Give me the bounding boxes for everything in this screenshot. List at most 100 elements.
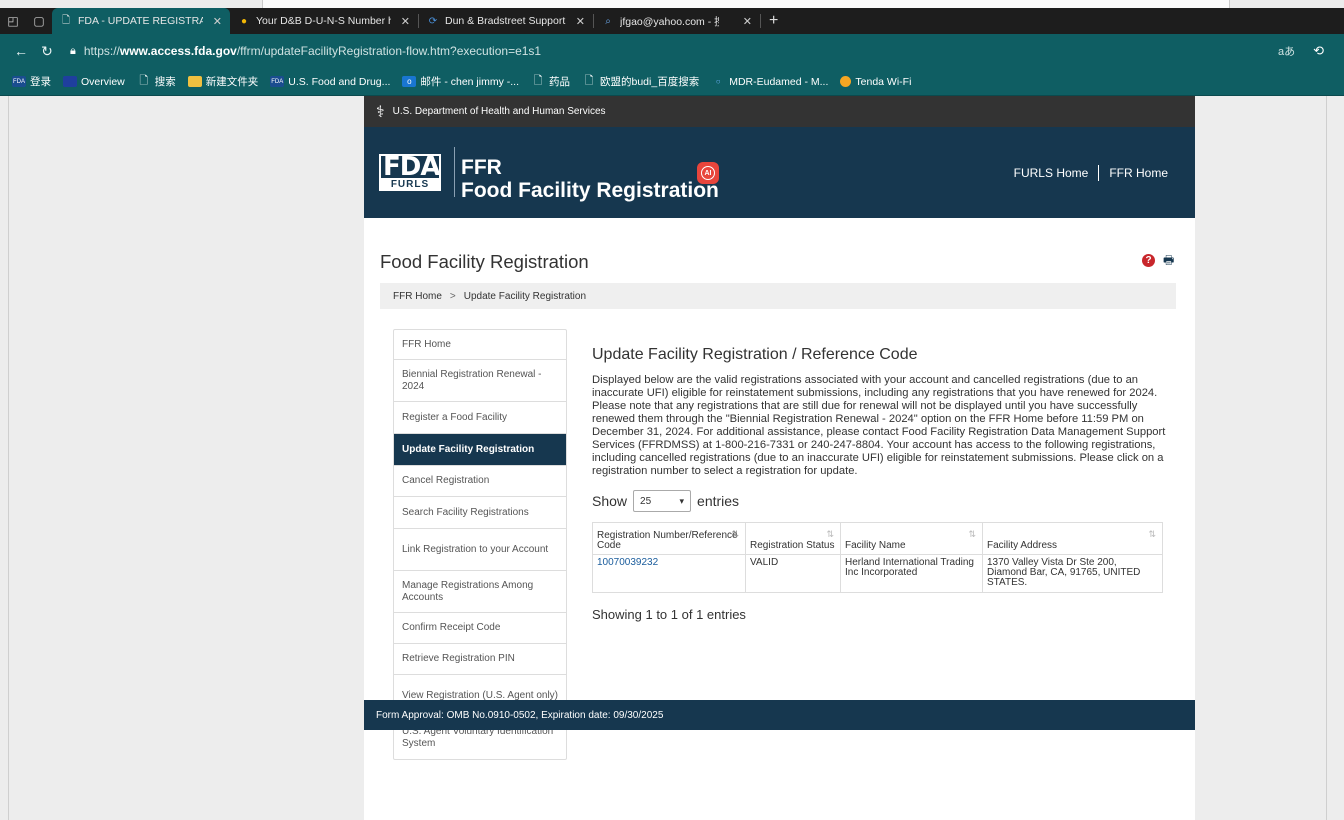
close-icon[interactable]: ✕ bbox=[743, 15, 752, 28]
registration-number-link[interactable]: 10070039232 bbox=[597, 557, 658, 568]
column-header-facility-address[interactable]: Facility Address ⇅ bbox=[982, 522, 1163, 555]
tab-dnb-support[interactable]: ⟳ Dun & Bradstreet Support Page - ✕ bbox=[419, 8, 593, 34]
column-header-status[interactable]: Registration Status ⇅ bbox=[745, 522, 841, 555]
hhs-label: U.S. Department of Health and Human Serv… bbox=[392, 106, 606, 117]
registrations-table: Registration Number/Reference Code ⇅ Regi… bbox=[592, 522, 1163, 593]
sidenav-confirm-receipt[interactable]: Confirm Receipt Code bbox=[394, 613, 566, 644]
read-aloud-icon[interactable]: aあ bbox=[1278, 43, 1295, 59]
ai-assistant-icon[interactable]: AI bbox=[697, 162, 719, 184]
chrome-icon: ● bbox=[240, 15, 248, 27]
table-row: 10070039232 VALID Herland International … bbox=[592, 554, 1163, 593]
address-bar-row: ← ↻ 🔒︎ https://www.access.fda.gov/ffrm/u… bbox=[0, 34, 1344, 68]
hhs-eagle-icon: ⚕ bbox=[376, 103, 385, 121]
ffr-home-link[interactable]: FFR Home bbox=[1109, 166, 1168, 180]
tab-actions-icon[interactable]: ▢ bbox=[26, 8, 52, 34]
refresh-icon[interactable]: ↻ bbox=[34, 43, 60, 60]
bookmarks-bar: FDA 登录 Overview 🗋 搜索 新建文件夹 FDA U.S. Food an… bbox=[0, 68, 1344, 96]
sort-icon: ⇅ bbox=[968, 529, 976, 539]
window-top-strip bbox=[0, 0, 1344, 8]
entries-select[interactable]: 25 ▾ bbox=[633, 490, 692, 512]
sidenav-search-registrations[interactable]: Search Facility Registrations bbox=[394, 497, 566, 529]
sidenav-retrieve-pin[interactable]: Retrieve Registration PIN bbox=[394, 644, 566, 675]
viewport-border bbox=[8, 96, 9, 820]
sidenav-biennial-renewal[interactable]: Biennial Registration Renewal - 2024 bbox=[394, 360, 566, 402]
side-navigation: FFR Home Biennial Registration Renewal -… bbox=[393, 329, 567, 760]
folder-icon bbox=[187, 76, 202, 87]
show-label: Show bbox=[592, 493, 628, 509]
tab-yahoo-search[interactable]: ⌕ jfgao@yahoo.com - 搜索 ✕ bbox=[594, 8, 760, 34]
sidenav-register-facility[interactable]: Register a Food Facility bbox=[394, 402, 566, 434]
table-info: Showing 1 to 1 of 1 entries bbox=[592, 607, 746, 622]
bookmark-overview[interactable]: Overview bbox=[63, 76, 125, 88]
breadcrumb: FFR Home > Update Facility Registration bbox=[380, 283, 1176, 309]
browser-tab-bar: ◰ ▢ 🗋 FDA - UPDATE REGISTRATION (FA ✕ ● … bbox=[0, 8, 1344, 34]
fda-page: ⚕ U.S. Department of Health and Human Se… bbox=[364, 96, 1195, 820]
bookmark-tenda[interactable]: Tenda Wi-Fi bbox=[840, 76, 911, 88]
extension-icon[interactable]: ⟲ bbox=[1313, 43, 1324, 59]
sidenav-update-registration[interactable]: Update Facility Registration bbox=[394, 434, 566, 466]
header-divider bbox=[454, 147, 455, 197]
bookmark-search[interactable]: 🗋 搜索 bbox=[137, 74, 175, 89]
page-footer: Form Approval: OMB No.0910-0502, Expirat… bbox=[364, 700, 1195, 730]
instructions-text: Displayed below are the valid registrati… bbox=[592, 374, 1166, 477]
print-icon[interactable]: 🖶︎ bbox=[1163, 254, 1177, 267]
bookmark-fda[interactable]: FDA U.S. Food and Drug... bbox=[270, 76, 390, 88]
logo-fda-text: FDA bbox=[379, 154, 441, 180]
bookmark-drugs[interactable]: 🗋 药品 bbox=[531, 74, 570, 89]
sort-asc-icon: ⇅ bbox=[731, 529, 739, 539]
sidenav-ffr-home[interactable]: FFR Home bbox=[394, 330, 566, 360]
sort-icon: ⇅ bbox=[826, 529, 834, 539]
circle-icon: ○ bbox=[715, 77, 721, 86]
breadcrumb-current: Update Facility Registration bbox=[463, 290, 587, 302]
site-title-abbr: FFR bbox=[461, 156, 502, 179]
cell-status: VALID bbox=[745, 554, 841, 593]
fda-furls-logo[interactable]: FDA FURLS bbox=[379, 154, 441, 191]
tab-dnb-duns[interactable]: ● Your D&B D-U-N-S Number has ✕ bbox=[230, 8, 418, 34]
column-header-registration-number[interactable]: Registration Number/Reference Code ⇅ bbox=[592, 522, 746, 555]
bookmark-mail[interactable]: o 邮件 - chen jimmy -... bbox=[402, 74, 519, 89]
page-icon: 🗋 bbox=[139, 75, 149, 87]
entries-length-control: Show 25 ▾ entries bbox=[592, 490, 1179, 512]
sidenav-manage-registrations[interactable]: Manage Registrations Among Accounts bbox=[394, 571, 566, 613]
page-viewport: ⚕ U.S. Department of Health and Human Se… bbox=[0, 96, 1344, 820]
search-icon: ⌕ bbox=[605, 15, 611, 27]
eu-flag-icon bbox=[63, 76, 77, 87]
workspaces-icon[interactable]: ◰ bbox=[0, 8, 26, 34]
close-icon[interactable]: ✕ bbox=[213, 15, 222, 28]
bookmark-login[interactable]: FDA 登录 bbox=[12, 74, 51, 89]
site-title: FFR Food Facility Registration bbox=[461, 157, 719, 203]
cell-registration-number: 10070039232 bbox=[592, 554, 746, 593]
dnb-icon: ⟳ bbox=[428, 15, 438, 27]
help-icon[interactable]: ? bbox=[1142, 254, 1155, 267]
column-header-facility-name[interactable]: Facility Name ⇅ bbox=[840, 522, 983, 555]
sort-icon: ⇅ bbox=[1148, 529, 1156, 539]
page-icon: 🗋 bbox=[533, 75, 543, 87]
furls-home-link[interactable]: FURLS Home bbox=[1014, 166, 1089, 180]
breadcrumb-separator: > bbox=[449, 290, 456, 302]
entries-label: entries bbox=[697, 493, 740, 509]
lock-icon: 🔒︎ bbox=[70, 44, 76, 57]
cell-facility-address: 1370 Valley Vista Dr Ste 200, Diamond Ba… bbox=[982, 554, 1163, 593]
tab-fda-update-registration[interactable]: 🗋 FDA - UPDATE REGISTRATION (FA ✕ bbox=[52, 8, 230, 34]
back-arrow-icon[interactable]: ← bbox=[8, 43, 34, 59]
sidenav-link-registration[interactable]: Link Registration to your Account bbox=[394, 529, 566, 571]
url-field[interactable]: 🔒︎ https://www.access.fda.gov/ffrm/updat… bbox=[70, 39, 1278, 63]
page-icon: 🗋 bbox=[584, 75, 594, 87]
header-links: FURLS Home FFR Home bbox=[1014, 165, 1168, 181]
header-link-separator bbox=[1098, 165, 1100, 181]
bookmark-new-folder[interactable]: 新建文件夹 bbox=[187, 74, 258, 89]
page-title: Food Facility Registration bbox=[380, 251, 589, 272]
close-icon[interactable]: ✕ bbox=[401, 15, 410, 28]
site-title-full: Food Facility Registration bbox=[461, 179, 719, 202]
cell-facility-name: Herland International Trading Inc Incorp… bbox=[840, 554, 983, 593]
bookmark-baidu[interactable]: 🗋 欧盟的budi_百度搜索 bbox=[582, 74, 700, 89]
section-heading: Update Facility Registration / Reference… bbox=[592, 346, 918, 363]
page-icon: 🗋 bbox=[61, 14, 71, 26]
viewport-border bbox=[1326, 96, 1327, 820]
breadcrumb-ffr-home[interactable]: FFR Home bbox=[393, 291, 442, 302]
new-tab-button[interactable]: + bbox=[761, 12, 786, 30]
outlook-icon: o bbox=[402, 76, 417, 87]
close-icon[interactable]: ✕ bbox=[576, 15, 585, 28]
sidenav-cancel-registration[interactable]: Cancel Registration bbox=[394, 466, 566, 497]
bookmark-eudamed[interactable]: ○ MDR-Eudamed - M... bbox=[711, 76, 829, 88]
